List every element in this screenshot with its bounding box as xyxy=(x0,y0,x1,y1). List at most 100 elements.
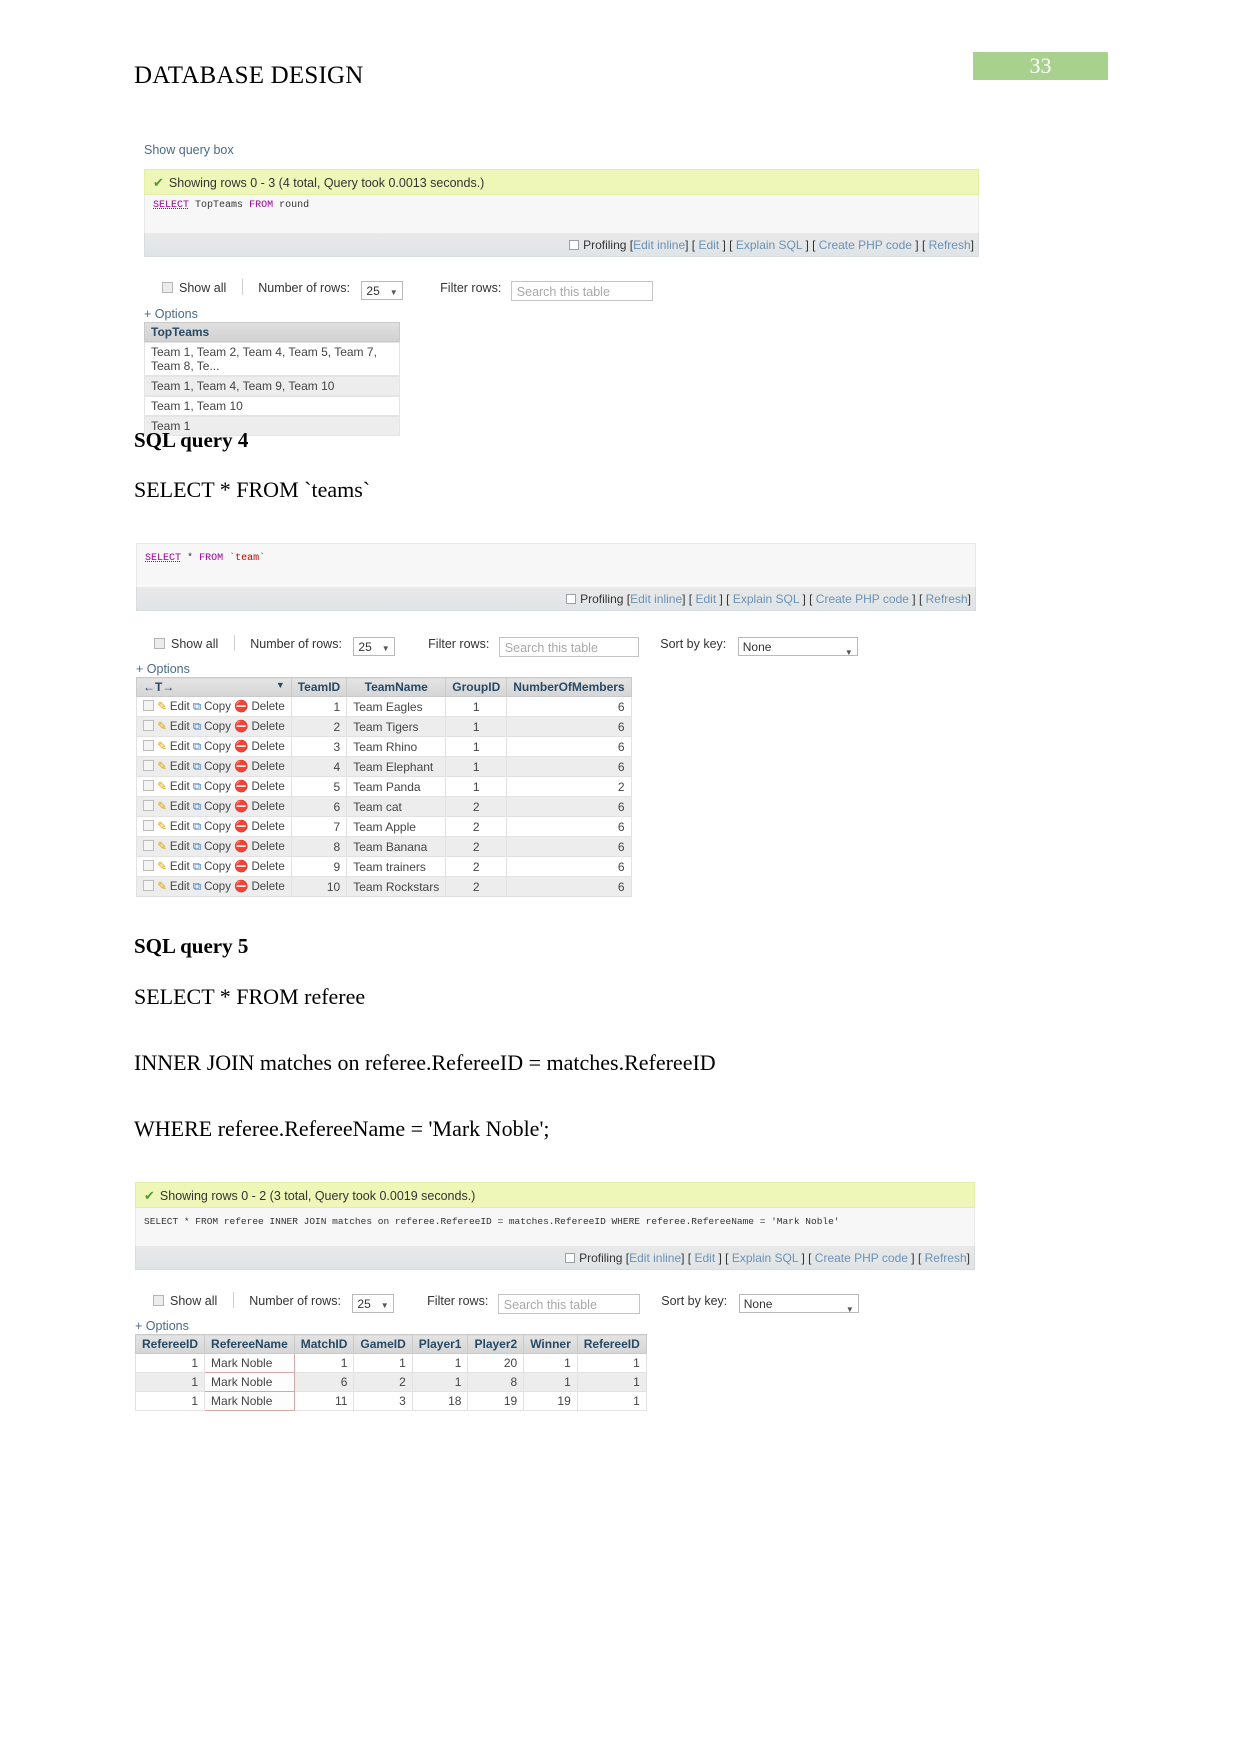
copy-row-link[interactable]: Copy xyxy=(204,781,231,793)
cell-groupid[interactable]: 1 xyxy=(445,776,508,797)
options-toggle-2[interactable]: + Options xyxy=(136,662,976,676)
profiling-checkbox[interactable] xyxy=(569,240,580,250)
edit-link[interactable]: Edit xyxy=(695,592,716,606)
filter-rows-input[interactable]: Search this table xyxy=(498,637,639,657)
table-row[interactable]: ✎ Edit ⧉ Copy ⛔ Delete 10 Team Rockstars 2 6 xyxy=(136,876,632,897)
refresh-link[interactable]: Refresh xyxy=(926,592,968,606)
row-actions-cell[interactable]: ✎ Edit ⧉ Copy ⛔ Delete xyxy=(136,836,292,857)
show-query-box-link[interactable]: Show query box xyxy=(144,143,979,157)
table-row[interactable]: ✎ Edit ⧉ Copy ⛔ Delete 1 Team Eagles 1 6 xyxy=(136,696,632,717)
refresh-link[interactable]: Refresh xyxy=(929,238,971,252)
cell-groupid[interactable]: 2 xyxy=(445,856,508,877)
filter-rows-input[interactable]: Search this table xyxy=(497,1294,640,1314)
copy-row-link[interactable]: Copy xyxy=(204,861,231,873)
delete-row-link[interactable]: Delete xyxy=(251,861,284,873)
row-actions-cell[interactable]: ✎ Edit ⧉ Copy ⛔ Delete xyxy=(136,776,292,797)
row-actions-cell[interactable]: ✎ Edit ⧉ Copy ⛔ Delete xyxy=(136,716,292,737)
column-header-player2[interactable]: Player2 xyxy=(467,1334,525,1354)
number-of-rows-select[interactable]: 25 ▼ xyxy=(352,1294,394,1313)
cell-groupid[interactable]: 1 xyxy=(445,716,508,737)
options-toggle-1[interactable]: + Options xyxy=(144,307,979,321)
edit-row-link[interactable]: Edit xyxy=(170,721,190,733)
column-header-gameid[interactable]: GameID xyxy=(353,1334,413,1354)
explain-sql-link[interactable]: Explain SQL xyxy=(733,592,799,606)
delete-row-link[interactable]: Delete xyxy=(251,741,284,753)
row-actions-cell[interactable]: ✎ Edit ⧉ Copy ⛔ Delete xyxy=(136,696,292,717)
sort-by-key-select[interactable]: None ▼ xyxy=(737,637,858,657)
edit-inline-link[interactable]: Edit inline xyxy=(629,1251,681,1265)
column-header-matchid[interactable]: MatchID xyxy=(293,1334,355,1354)
column-header-refereename[interactable]: RefereeName xyxy=(204,1334,295,1354)
row-checkbox[interactable] xyxy=(143,780,154,791)
column-header-groupid[interactable]: GroupID xyxy=(445,677,508,697)
edit-row-link[interactable]: Edit xyxy=(170,801,190,813)
row-actions-cell[interactable]: ✎ Edit ⧉ Copy ⛔ Delete xyxy=(136,856,292,877)
table-row[interactable]: 1 Mark Noble 6 2 1 8 1 1 xyxy=(134,1372,647,1392)
row-checkbox[interactable] xyxy=(143,740,154,751)
column-header-refereeid-2[interactable]: RefereeID xyxy=(576,1334,647,1354)
delete-row-link[interactable]: Delete xyxy=(251,821,284,833)
copy-row-link[interactable]: Copy xyxy=(204,741,231,753)
delete-row-link[interactable]: Delete xyxy=(251,721,284,733)
copy-row-link[interactable]: Copy xyxy=(204,721,231,733)
row-actions-cell[interactable]: ✎ Edit ⧉ Copy ⛔ Delete xyxy=(136,736,292,757)
column-header-teamid[interactable]: TeamID xyxy=(290,677,348,697)
edit-row-link[interactable]: Edit xyxy=(170,861,190,873)
copy-row-link[interactable]: Copy xyxy=(204,761,231,773)
create-php-code-link[interactable]: Create PHP code xyxy=(816,592,909,606)
table-row[interactable]: ✎ Edit ⧉ Copy ⛔ Delete 2 Team Tigers 1 6 xyxy=(136,716,632,737)
delete-row-link[interactable]: Delete xyxy=(251,881,284,893)
delete-row-link[interactable]: Delete xyxy=(251,841,284,853)
options-toggle-3[interactable]: + Options xyxy=(135,1319,975,1333)
table-row[interactable]: ✎ Edit ⧉ Copy ⛔ Delete 7 Team Apple 2 6 xyxy=(136,816,632,837)
delete-row-link[interactable]: Delete xyxy=(251,801,284,813)
show-all-checkbox[interactable] xyxy=(154,638,165,649)
cell-groupid[interactable]: 2 xyxy=(445,796,508,817)
row-checkbox[interactable] xyxy=(143,880,154,891)
create-php-code-link[interactable]: Create PHP code xyxy=(815,1251,908,1265)
row-checkbox[interactable] xyxy=(143,800,154,811)
table-row[interactable]: ✎ Edit ⧉ Copy ⛔ Delete 6 Team cat 2 6 xyxy=(136,796,632,817)
column-header-refereeid[interactable]: RefereeID xyxy=(134,1334,206,1354)
table-row[interactable]: ✎ Edit ⧉ Copy ⛔ Delete 5 Team Panda 1 2 xyxy=(136,776,632,797)
cell-groupid[interactable]: 1 xyxy=(445,756,508,777)
edit-inline-link[interactable]: Edit inline xyxy=(630,592,682,606)
cell-groupid[interactable]: 1 xyxy=(445,736,508,757)
table-row[interactable]: ✎ Edit ⧉ Copy ⛔ Delete 3 Team Rhino 1 6 xyxy=(136,736,632,757)
cell-groupid[interactable]: 2 xyxy=(445,836,508,857)
number-of-rows-select[interactable]: 25 ▼ xyxy=(353,637,395,656)
column-header-numberofmembers[interactable]: NumberOfMembers xyxy=(506,677,632,697)
delete-row-link[interactable]: Delete xyxy=(251,701,284,713)
cell-groupid[interactable]: 1 xyxy=(445,696,508,717)
edit-row-link[interactable]: Edit xyxy=(170,841,190,853)
edit-row-link[interactable]: Edit xyxy=(170,761,190,773)
create-php-code-link[interactable]: Create PHP code xyxy=(819,238,912,252)
delete-row-link[interactable]: Delete xyxy=(251,781,284,793)
table-row[interactable]: ✎ Edit ⧉ Copy ⛔ Delete 4 Team Elephant 1 6 xyxy=(136,756,632,777)
row-actions-cell[interactable]: ✎ Edit ⧉ Copy ⛔ Delete xyxy=(136,756,292,777)
show-all-checkbox[interactable] xyxy=(153,1295,164,1306)
row-checkbox[interactable] xyxy=(143,760,154,771)
edit-row-link[interactable]: Edit xyxy=(170,821,190,833)
copy-row-link[interactable]: Copy xyxy=(204,821,231,833)
table-row[interactable]: 1 Mark Noble 11 3 18 19 19 1 xyxy=(134,1391,647,1411)
edit-inline-link[interactable]: Edit inline xyxy=(633,238,685,252)
cell-groupid[interactable]: 2 xyxy=(445,876,508,897)
cell-groupid[interactable]: 2 xyxy=(445,816,508,837)
profiling-checkbox[interactable] xyxy=(566,594,577,604)
number-of-rows-select[interactable]: 25 ▼ xyxy=(361,281,403,300)
edit-row-link[interactable]: Edit xyxy=(170,741,190,753)
copy-row-link[interactable]: Copy xyxy=(204,841,231,853)
profiling-checkbox[interactable] xyxy=(565,1253,576,1263)
edit-row-link[interactable]: Edit xyxy=(170,781,190,793)
row-checkbox[interactable] xyxy=(143,840,154,851)
row-checkbox[interactable] xyxy=(143,820,154,831)
column-header-player1[interactable]: Player1 xyxy=(411,1334,469,1354)
edit-link[interactable]: Edit xyxy=(698,238,719,252)
copy-row-link[interactable]: Copy xyxy=(204,801,231,813)
row-checkbox[interactable] xyxy=(143,860,154,871)
filter-rows-input[interactable]: Search this table xyxy=(510,281,653,301)
edit-link[interactable]: Edit xyxy=(694,1251,715,1265)
row-checkbox[interactable] xyxy=(143,720,154,731)
delete-row-link[interactable]: Delete xyxy=(251,761,284,773)
